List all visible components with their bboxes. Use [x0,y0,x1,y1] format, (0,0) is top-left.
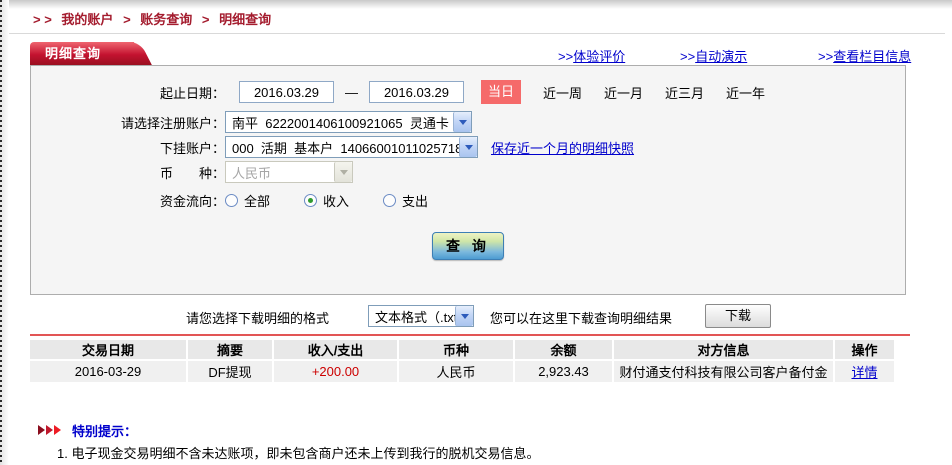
view-column-info-link[interactable]: >>查看栏目信息 [818,46,911,65]
date-range-row: 起止日期： — 当日 近一周 近一月 近三月 近一年 [39,80,765,104]
download-format-label: 请您选择下载明细的格式 [186,308,329,327]
breadcrumb-separator-icon: > [123,12,131,27]
breadcrumb-separator-icon: > [202,12,210,27]
registered-account-select[interactable]: 南平 6222001406100921065 灵通卡 [225,111,472,133]
range-last-month[interactable]: 近一月 [604,83,643,102]
detail-link[interactable]: 详情 [851,365,877,380]
col-header-amount: 收入/支出 [274,340,397,359]
col-header-date: 交易日期 [30,340,186,359]
radio-icon[interactable] [225,194,238,207]
date-from-input[interactable] [239,81,334,103]
left-dashed-border [0,0,2,465]
date-dash: — [345,85,358,100]
flow-radio-income[interactable]: 收入 [304,191,349,210]
currency-select-disabled: 人民币 [225,161,353,183]
download-format-value: 文本格式（.txt） [369,307,455,326]
download-button[interactable]: 下载 [705,304,771,328]
notice-item: 1. 电子现金交易明细不含未达账项，即未包含商户还未上传到我行的脱机交易信息。 [57,443,539,462]
dropdown-arrow-icon[interactable] [455,306,473,326]
table-row: 2016-03-29 DF提现 +200.00 人民币 2,923.43 财付通… [30,361,894,382]
currency-row: 币 种： 人民币 [39,160,353,184]
breadcrumb-item-detail-query[interactable]: 明细查询 [219,12,271,27]
col-header-summary: 摘要 [188,340,272,359]
download-result-label: 您可以在这里下载查询明细结果 [490,308,672,327]
table-header-row: 交易日期 摘要 收入/支出 币种 余额 对方信息 操作 [30,340,894,359]
transaction-table: 交易日期 摘要 收入/支出 币种 余额 对方信息 操作 2016-03-29 D… [28,338,896,384]
sub-account-value: 000 活期 基本户 1406600101102571848 [226,138,459,157]
notice-title: 特别提示： [72,421,137,440]
radio-icon[interactable] [383,194,396,207]
breadcrumb-item-account-query[interactable]: 账务查询 [140,12,192,27]
tab-title: 明细查询 [30,42,134,65]
breadcrumb-divider [9,33,945,34]
cell-amount: +200.00 [274,361,397,382]
query-button[interactable]: 查 询 [432,232,504,260]
cell-counterparty: 财付通支付科技有限公司客户备付金 [614,361,833,382]
detail-query-tab: 明细查询 [30,42,134,65]
flow-radio-expense[interactable]: 支出 [383,191,428,210]
cell-date: 2016-03-29 [30,361,186,382]
cell-balance: 2,923.43 [515,361,612,382]
col-header-counterparty: 对方信息 [614,340,833,359]
radio-icon[interactable] [304,194,317,207]
link-marker: >> [558,49,573,64]
fund-flow-row: 资金流向： 全部 收入 支出 [39,188,428,212]
range-last-quarter[interactable]: 近三月 [665,83,704,102]
link-marker: >> [818,49,833,64]
page: > > 我的账户 > 账务查询 > 明细查询 明细查询 >>体验评价 >>自动演… [0,0,952,465]
download-format-select[interactable]: 文本格式（.txt） [368,305,474,327]
col-header-balance: 余额 [515,340,612,359]
sub-account-select[interactable]: 000 活期 基本户 1406600101102571848 [225,136,478,158]
registered-account-value: 南平 6222001406100921065 灵通卡 [226,113,453,132]
dropdown-arrow-icon[interactable] [453,112,471,132]
currency-label: 币 种： [39,163,225,182]
flow-option-label: 支出 [402,191,428,210]
col-header-action: 操作 [835,340,894,359]
date-range-label: 起止日期： [39,83,225,102]
cell-summary: DF提现 [188,361,272,382]
breadcrumb: > > 我的账户 > 账务查询 > 明细查询 [33,9,277,28]
sub-account-label: 下挂账户： [39,138,225,157]
download-row: 请您选择下载明细的格式 文本格式（.txt） 您可以在这里下载查询明细结果 下载 [0,304,952,328]
link-label: 查看栏目信息 [833,49,911,64]
registered-account-row: 请选择注册账户： 南平 6222001406100921065 灵通卡 [39,110,472,134]
flow-radio-all[interactable]: 全部 [225,191,270,210]
cell-currency: 人民币 [399,361,513,382]
registered-account-label: 请选择注册账户： [39,113,225,132]
top-gradient [0,0,952,9]
range-last-year[interactable]: 近一年 [726,83,765,102]
table-top-divider [30,334,910,336]
flow-option-label: 全部 [244,191,270,210]
sub-account-row: 下挂账户： 000 活期 基本户 1406600101102571848 保存近… [39,135,634,159]
col-header-currency: 币种 [399,340,513,359]
flow-option-label: 收入 [323,191,349,210]
currency-value: 人民币 [226,163,334,182]
experience-feedback-link[interactable]: >>体验评价 [558,46,625,65]
dropdown-arrow-icon[interactable] [459,137,477,157]
query-form-panel: 起止日期： — 当日 近一周 近一月 近三月 近一年 请选择注册账户： 南平 6… [30,65,906,295]
date-to-input[interactable] [369,81,464,103]
fund-flow-label: 资金流向： [39,191,225,210]
auto-demo-link[interactable]: >>自动演示 [680,46,747,65]
save-monthly-snapshot-link[interactable]: 保存近一个月的明细快照 [491,138,634,157]
breadcrumb-marker-icon: > > [33,12,52,27]
link-label: 体验评价 [573,49,625,64]
dropdown-arrow-icon [334,162,352,182]
breadcrumb-item-my-account[interactable]: 我的账户 [61,12,113,27]
range-last-week[interactable]: 近一周 [543,83,582,102]
today-button[interactable]: 当日 [481,80,521,104]
notice-arrows-icon [38,425,61,435]
link-label: 自动演示 [695,49,747,64]
link-marker: >> [680,49,695,64]
